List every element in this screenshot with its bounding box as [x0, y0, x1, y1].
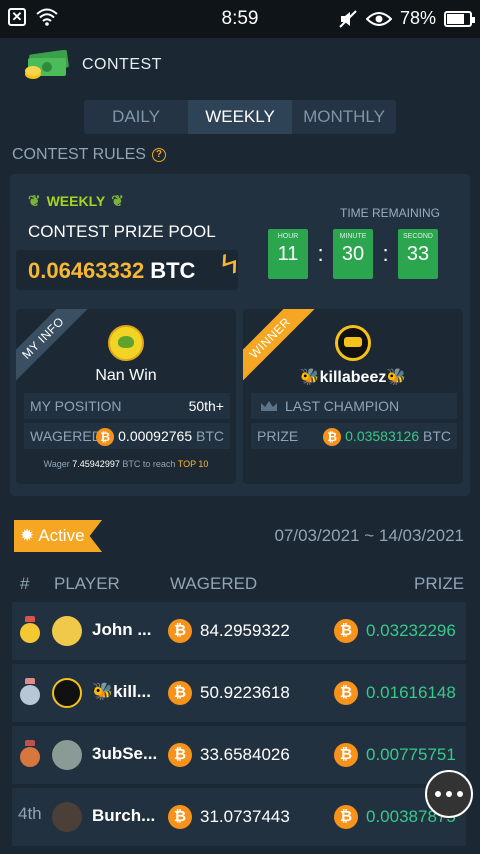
- avatar: [52, 802, 82, 832]
- my-wagered-row: WAGERED ₿ 0.00092765 BTC: [24, 423, 230, 449]
- period-tabs: DAILY WEEKLY MONTHLY: [84, 100, 396, 134]
- column-player: PLAYER: [54, 574, 120, 593]
- laurel-right-icon: ❦: [111, 193, 124, 210]
- prize-value: 0.03232296: [366, 621, 456, 640]
- winner-prize-value: 0.03583126: [345, 428, 420, 444]
- bitcoin-icon: ₿: [334, 681, 358, 705]
- prize-pool-title: CONTEST PRIZE POOL: [28, 222, 216, 241]
- bitcoin-icon: ₿: [168, 619, 192, 643]
- bitcoin-icon: ₿: [323, 428, 342, 447]
- bitcoin-icon: ₿: [168, 681, 192, 705]
- sun-icon: ✹: [20, 526, 35, 545]
- my-username: Nan Win: [95, 367, 157, 384]
- more-options-button[interactable]: [425, 770, 473, 818]
- avatar: [335, 325, 371, 361]
- contest-rules-link[interactable]: CONTEST RULES ?: [12, 146, 166, 164]
- contest-rules-label: CONTEST RULES: [12, 146, 146, 163]
- tab-daily[interactable]: DAILY: [84, 100, 188, 134]
- table-row[interactable]: 4th Burch... ₿ 31.0737443 ₿ 0.00387875: [12, 788, 466, 846]
- eye-icon: [365, 11, 392, 26]
- wagered-value: 33.6584026: [200, 745, 290, 764]
- mute-icon: [339, 9, 357, 28]
- timer-separator: :: [317, 241, 324, 266]
- tab-monthly[interactable]: MONTHLY: [292, 100, 396, 134]
- player-name: 🐝kill...: [92, 682, 151, 701]
- bitcoin-icon: ₿: [168, 743, 192, 767]
- winner-username: 🐝killabeez🐝: [299, 369, 407, 386]
- player-name: 3ubSe...: [92, 744, 158, 763]
- player-name: John ...: [92, 620, 152, 639]
- avatar: [52, 740, 82, 770]
- tab-weekly[interactable]: WEEKLY: [188, 100, 292, 134]
- money-stack-icon: [25, 50, 69, 79]
- column-prize: PRIZE: [414, 574, 465, 593]
- winner-card: WINNER 🐝killabeez🐝 LAST CHAMPION PRIZE ₿…: [243, 309, 463, 484]
- bitcoin-icon: ₿: [168, 805, 192, 829]
- more-dots-icon: [435, 791, 441, 797]
- winner-prize-row: PRIZE ₿ 0.03583126 BTC: [251, 423, 457, 449]
- prize-value: 0.00775751: [366, 745, 456, 764]
- wagered-value: 31.0737443: [200, 807, 290, 826]
- weekly-label: WEEKLY: [46, 193, 106, 209]
- timer-minute: MINUTE 30: [333, 229, 373, 279]
- time-remaining-label: TIME REMAINING: [339, 206, 440, 220]
- wager-hint: Wager 7.45942997 BTC to reach TOP 10: [43, 459, 209, 469]
- avatar: [108, 325, 144, 361]
- table-header: # PLAYER WAGERED PRIZE: [0, 574, 480, 594]
- rank-label: 4th: [18, 804, 42, 823]
- column-wagered: WAGERED: [170, 574, 258, 593]
- status-badge: ✹ Active: [14, 520, 102, 552]
- wagered-value: 84.2959322: [200, 621, 290, 640]
- prize-pool-currency: BTC: [150, 258, 196, 283]
- bitcoin-icon: ₿: [96, 428, 115, 447]
- crown-icon: [261, 401, 277, 411]
- gold-medal-icon: [18, 616, 42, 644]
- avatar: [52, 616, 82, 646]
- last-champion-row: LAST CHAMPION: [251, 393, 457, 419]
- timer-separator: :: [382, 241, 389, 266]
- bitcoin-icon: ₿: [334, 619, 358, 643]
- my-position-row: MY POSITION 50th+: [24, 393, 230, 419]
- weekly-badge: ❦ WEEKLY ❦: [28, 192, 124, 210]
- date-range: 07/03/2021 ~ 14/03/2021: [274, 526, 464, 545]
- prize-pool-card: ❦ WEEKLY ❦ CONTEST PRIZE POOL 0.06463332…: [10, 174, 470, 496]
- my-wagered-value: 0.00092765: [118, 428, 193, 444]
- timer-second: SECOND 33: [398, 229, 438, 279]
- my-info-card: MY INFO Nan Win MY POSITION 50th+ WAGERE…: [16, 309, 236, 484]
- timer-hour: HOUR 11: [268, 229, 308, 279]
- bitcoin-icon: ₿: [334, 743, 358, 767]
- bronze-medal-icon: [18, 740, 42, 768]
- prize-value: 0.01616148: [366, 683, 456, 702]
- silver-medal-icon: [18, 678, 42, 706]
- wagered-value: 50.9223618: [200, 683, 290, 702]
- help-icon[interactable]: ?: [151, 148, 166, 162]
- status-bar: ✕ 8:59 78%: [0, 0, 480, 38]
- battery-icon: [444, 10, 475, 27]
- table-row[interactable]: John ... ₿ 84.2959322 ₿ 0.03232296: [12, 602, 466, 660]
- app-header: CONTEST: [0, 38, 480, 94]
- table-row[interactable]: 3ubSe... ₿ 33.6584026 ₿ 0.00775751: [12, 726, 466, 784]
- bitcoin-icon: ₿: [334, 805, 358, 829]
- countdown-timer: HOUR 11 : MINUTE 30 : SECOND 33: [268, 229, 438, 279]
- prize-pool-amount: 0.06463332: [28, 258, 145, 283]
- laurel-left-icon: ❦: [28, 193, 41, 210]
- page-title: CONTEST: [82, 56, 162, 73]
- avatar: [52, 678, 82, 708]
- column-rank: #: [20, 574, 30, 593]
- player-name: Burch...: [92, 806, 156, 825]
- prize-pool-amount-box: 0.06463332 BTC: [16, 250, 238, 290]
- battery-percent: 78%: [399, 8, 436, 28]
- table-row[interactable]: 🐝kill... ₿ 50.9223618 ₿ 0.01616148: [12, 664, 466, 722]
- my-position-value: 50th+: [188, 398, 224, 414]
